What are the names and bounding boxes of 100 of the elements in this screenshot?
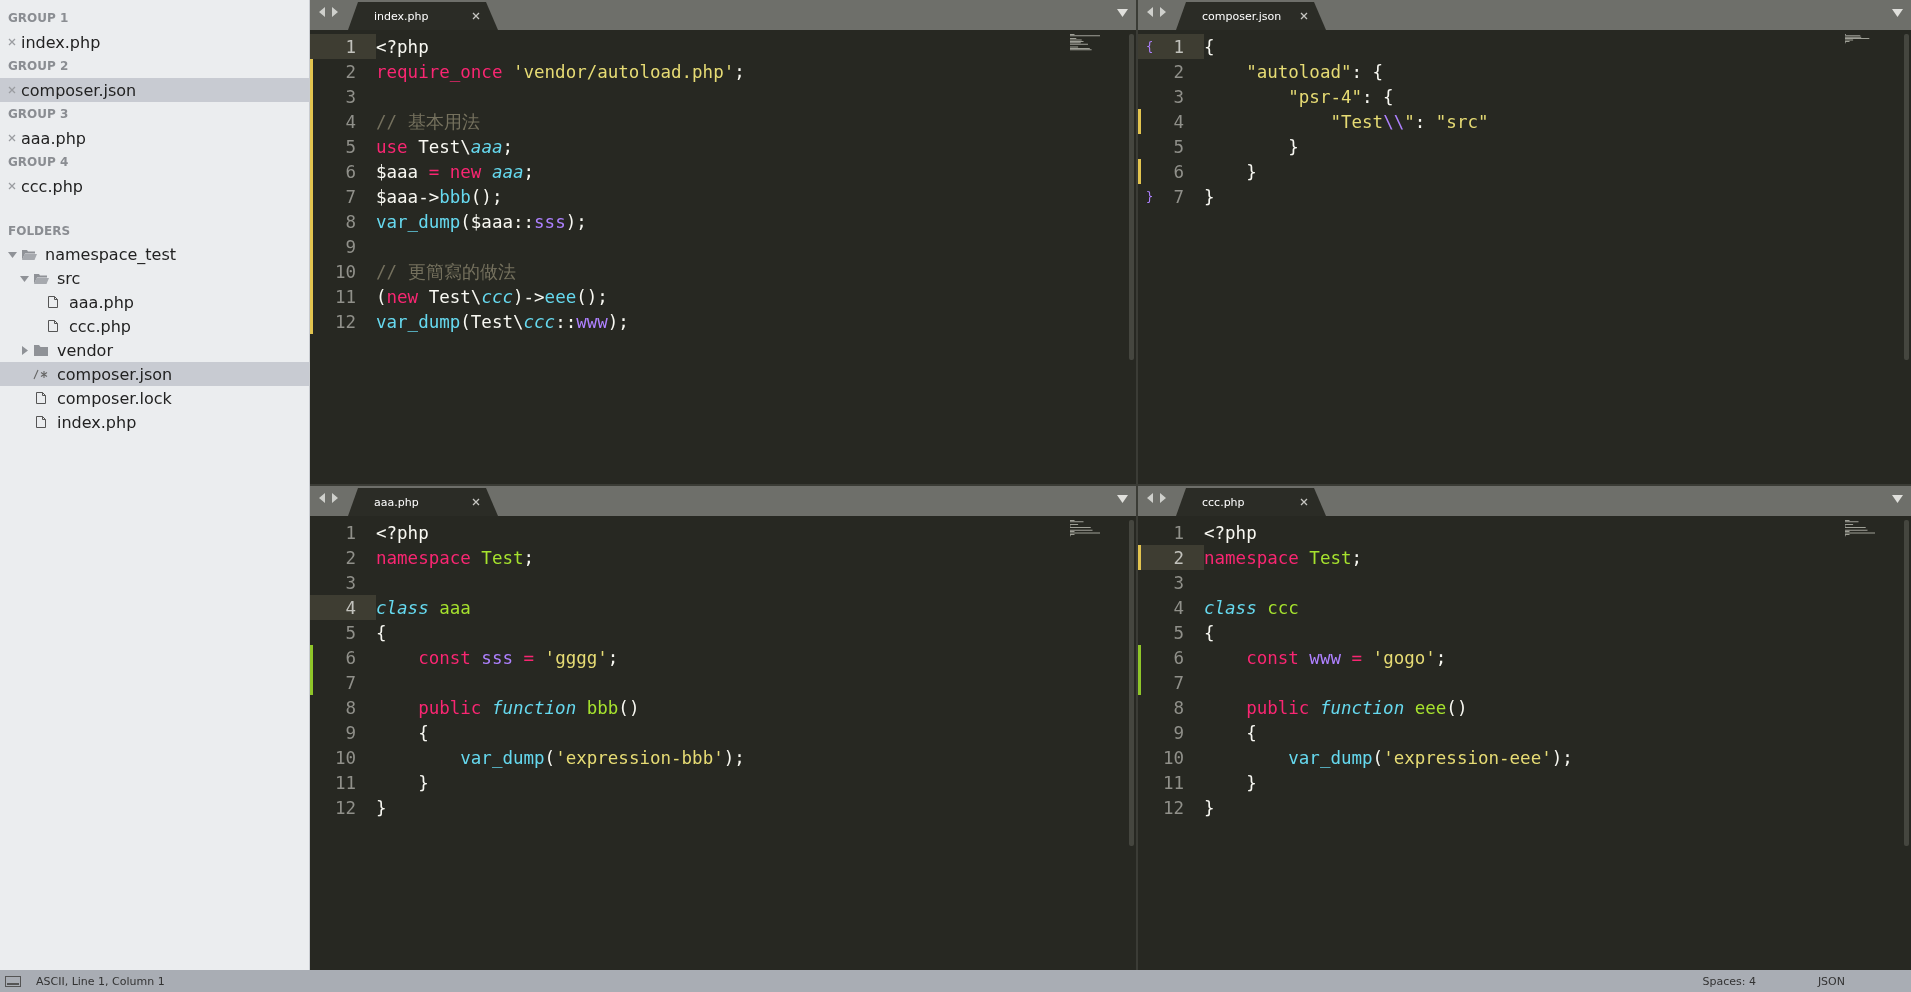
tree-item[interactable]: namespace_test — [0, 242, 309, 266]
close-icon[interactable] — [472, 12, 480, 20]
line-number: 1 — [345, 36, 356, 57]
open-file-item[interactable]: index.php — [0, 30, 309, 54]
line-number: 10 — [334, 261, 356, 282]
line-number: 3 — [1173, 86, 1184, 107]
editor-tab[interactable]: aaa.php — [348, 488, 498, 516]
editor-tab[interactable]: index.php — [348, 2, 498, 30]
folders-header: FOLDERS — [7, 223, 72, 240]
code-line: namespace Test; — [1204, 547, 1363, 568]
code-line: use Test\aaa; — [376, 136, 513, 157]
panel-icon[interactable] — [5, 975, 21, 987]
file-icon — [45, 319, 61, 333]
cursor-position: ASCII, Line 1, Column 1 — [36, 974, 166, 988]
line-number: 5 — [345, 622, 356, 643]
line-number: 8 — [345, 211, 356, 232]
comment-file-icon — [33, 367, 49, 381]
code-line: { — [1245, 722, 1257, 743]
open-file-item[interactable]: composer.json — [0, 78, 309, 102]
file-icon — [33, 391, 49, 405]
line-number: 3 — [345, 572, 356, 593]
tree-item[interactable]: src — [0, 266, 309, 290]
code-line: var_dump('expression-bbb'); — [459, 747, 745, 768]
scrollbar[interactable] — [1129, 34, 1134, 360]
code-line: require_once 'vendor/autoload.php'; — [376, 61, 745, 82]
code-line: (new Test\ccc)->eee(); — [376, 286, 608, 307]
scrollbar[interactable] — [1129, 520, 1134, 846]
editor-tab[interactable]: ccc.php — [1176, 488, 1326, 516]
expanded-triangle-icon[interactable] — [8, 249, 17, 259]
line-number: 11 — [1162, 772, 1184, 793]
line-number: 5 — [1173, 622, 1184, 643]
nav-arrows-icon[interactable] — [1146, 7, 1168, 17]
nav-arrows-icon[interactable] — [318, 493, 340, 503]
close-icon[interactable] — [1300, 12, 1308, 20]
code-line: var_dump(Test\ccc::www); — [376, 311, 629, 332]
line-number: 10 — [334, 747, 356, 768]
editor-tab[interactable]: composer.json — [1176, 2, 1326, 30]
code-line: { — [417, 722, 429, 743]
tree-item[interactable]: aaa.php — [0, 290, 309, 314]
open-file-item[interactable]: aaa.php — [0, 126, 309, 150]
scrollbar[interactable] — [1904, 520, 1909, 846]
code-line: // 更簡寫的做法 — [376, 260, 516, 284]
line-number: 6 — [345, 161, 356, 182]
indentation-setting[interactable]: Spaces: 4 — [1702, 974, 1756, 988]
code-line: } — [1204, 186, 1215, 207]
code-line: var_dump('expression-eee'); — [1287, 747, 1573, 768]
tree-item[interactable]: composer.lock — [0, 386, 309, 410]
line-number: 4 — [1173, 111, 1184, 132]
line-number: 10 — [1162, 747, 1184, 768]
code-line: "Test\\": "src" — [1329, 111, 1489, 132]
nav-arrows-icon[interactable] — [318, 7, 340, 17]
line-number: 1 — [1173, 36, 1184, 57]
line-number: 5 — [345, 136, 356, 157]
collapsed-triangle-icon[interactable] — [20, 345, 29, 355]
code-line: } — [1245, 161, 1257, 182]
line-number: 4 — [345, 111, 356, 132]
line-number: 3 — [1173, 572, 1184, 593]
scrollbar[interactable] — [1904, 34, 1909, 360]
line-number: 8 — [1173, 697, 1184, 718]
line-number: 7 — [345, 186, 356, 207]
nav-arrows-icon[interactable] — [1146, 493, 1168, 503]
line-number: 8 — [345, 697, 356, 718]
code-line: <?php — [1204, 522, 1257, 543]
code-line: } — [1287, 136, 1299, 157]
code-line: { — [376, 622, 387, 643]
close-icon[interactable] — [472, 498, 480, 506]
syntax-setting[interactable]: JSON — [1817, 974, 1845, 988]
code-line: } — [1204, 797, 1215, 818]
code-line: var_dump($aaa::sss); — [376, 211, 587, 232]
tree-item[interactable]: index.php — [0, 410, 309, 434]
line-number: 9 — [345, 722, 356, 743]
line-number: 6 — [345, 647, 356, 668]
tree-item[interactable]: ccc.php — [0, 314, 309, 338]
code-line: $aaa = new aaa; — [376, 161, 535, 182]
code-line: } — [376, 797, 387, 818]
line-number: 4 — [1173, 597, 1184, 618]
open-folder-icon — [33, 271, 49, 285]
code-line: public function bbb() — [417, 697, 640, 718]
dropdown-icon[interactable] — [1892, 9, 1903, 17]
close-icon[interactable] — [1300, 498, 1308, 506]
code-line: class ccc — [1204, 597, 1299, 618]
file-icon — [33, 415, 49, 429]
bracket-marker: { — [1146, 39, 1154, 54]
line-number: 6 — [1173, 647, 1184, 668]
open-file-item[interactable]: ccc.php — [0, 174, 309, 198]
line-number: 11 — [334, 286, 356, 307]
expanded-triangle-icon[interactable] — [20, 273, 29, 283]
tree-item[interactable]: vendor — [0, 338, 309, 362]
line-number: 7 — [1173, 672, 1184, 693]
dropdown-icon[interactable] — [1892, 495, 1903, 503]
dropdown-icon[interactable] — [1117, 495, 1128, 503]
code-line: "psr-4": { — [1287, 86, 1394, 107]
line-number: 9 — [345, 236, 356, 257]
tree-item[interactable]: composer.json — [0, 362, 309, 386]
code-line: } — [1245, 772, 1257, 793]
folder-icon — [33, 343, 49, 357]
line-number: 12 — [334, 797, 356, 818]
code-line: <?php — [376, 36, 429, 57]
file-icon — [45, 295, 61, 309]
dropdown-icon[interactable] — [1117, 9, 1128, 17]
